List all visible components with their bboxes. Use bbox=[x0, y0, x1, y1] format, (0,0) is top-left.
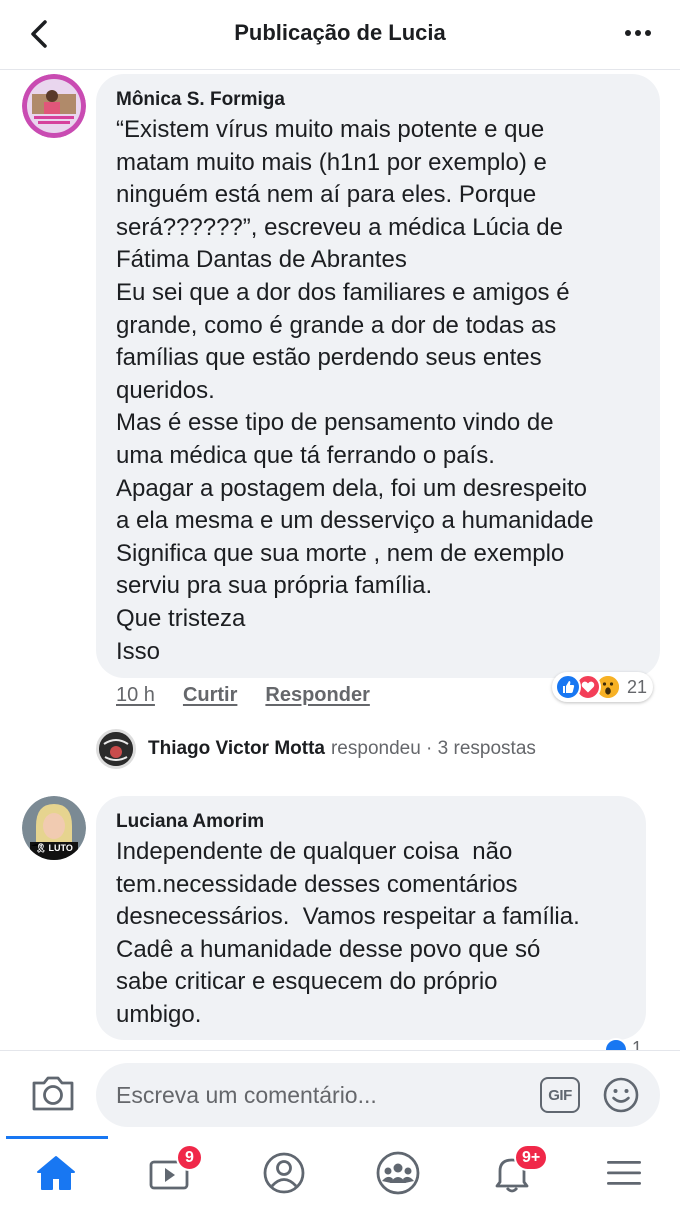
ribbon-icon: 🎗 bbox=[35, 842, 47, 853]
dot-icon bbox=[645, 30, 651, 36]
tab-menu[interactable] bbox=[574, 1136, 674, 1209]
avatar[interactable]: 🎗 LUTO bbox=[22, 796, 86, 860]
comment-bubble: Mônica S. Formiga “Existem vírus muito m… bbox=[96, 74, 660, 678]
home-icon bbox=[37, 1155, 75, 1190]
luto-label: LUTO bbox=[48, 843, 73, 853]
avatar bbox=[96, 729, 136, 769]
tab-groups[interactable] bbox=[348, 1136, 448, 1209]
comment-input-container[interactable]: GIF bbox=[96, 1063, 660, 1127]
view-replies-link[interactable]: Thiago Victor Motta respondeu · 3 respos… bbox=[96, 729, 536, 769]
top-bar: Publicação de Lucia bbox=[0, 0, 680, 70]
comment-author[interactable]: Luciana Amorim bbox=[116, 810, 626, 834]
avatar[interactable] bbox=[22, 74, 86, 138]
comment-actions: 10 h Curtir Responder bbox=[116, 684, 370, 707]
profile-icon bbox=[263, 1152, 305, 1193]
reply-author: Thiago Victor Motta bbox=[148, 738, 325, 759]
like-button[interactable]: Curtir bbox=[183, 684, 237, 707]
notification-badge: 9+ bbox=[514, 1144, 549, 1171]
luto-badge: 🎗 LUTO bbox=[26, 841, 82, 855]
comment-composer: GIF bbox=[0, 1050, 680, 1136]
avatar-image bbox=[22, 74, 86, 138]
groups-icon bbox=[376, 1151, 420, 1194]
bottom-tab-bar: 9 9+ bbox=[0, 1136, 680, 1209]
smiley-icon bbox=[603, 1077, 639, 1113]
like-icon bbox=[555, 674, 581, 700]
tab-home[interactable] bbox=[6, 1136, 106, 1209]
camera-icon bbox=[32, 1076, 74, 1111]
tab-notifications[interactable]: 9+ bbox=[462, 1136, 562, 1209]
comment-time[interactable]: 10 h bbox=[116, 684, 155, 707]
page-title: Publicação de Lucia bbox=[234, 20, 446, 45]
reactions-summary[interactable]: 1 bbox=[604, 1038, 642, 1050]
reaction-count: 21 bbox=[627, 676, 648, 697]
dot-icon bbox=[625, 30, 631, 36]
menu-icon bbox=[607, 1160, 641, 1185]
comment-bubble: Luciana Amorim Independente de qualquer … bbox=[96, 796, 646, 1040]
reaction-count: 1 bbox=[632, 1038, 643, 1050]
comment-author[interactable]: Mônica S. Formiga bbox=[116, 88, 640, 112]
like-icon bbox=[604, 1038, 628, 1050]
avatar-image bbox=[99, 732, 133, 766]
tab-watch[interactable]: 9 bbox=[120, 1136, 220, 1209]
reply-count-text: respondeu · 3 respostas bbox=[330, 738, 536, 759]
tab-profile[interactable] bbox=[234, 1136, 334, 1209]
reply-button[interactable]: Responder bbox=[265, 684, 369, 707]
notification-badge: 9 bbox=[176, 1144, 203, 1171]
sticker-button[interactable] bbox=[602, 1076, 640, 1114]
gif-button[interactable]: GIF bbox=[540, 1077, 580, 1113]
reactions-summary[interactable]: 21 bbox=[552, 672, 654, 702]
comment-text: Independente de qualquer coisa não tem.n… bbox=[116, 838, 580, 1028]
camera-button[interactable] bbox=[30, 1073, 76, 1113]
dot-icon bbox=[635, 30, 641, 36]
comment-text: “Existem vírus muito mais potente e que … bbox=[116, 116, 594, 665]
more-options-button[interactable] bbox=[618, 18, 658, 48]
comment-input[interactable] bbox=[116, 1063, 526, 1127]
